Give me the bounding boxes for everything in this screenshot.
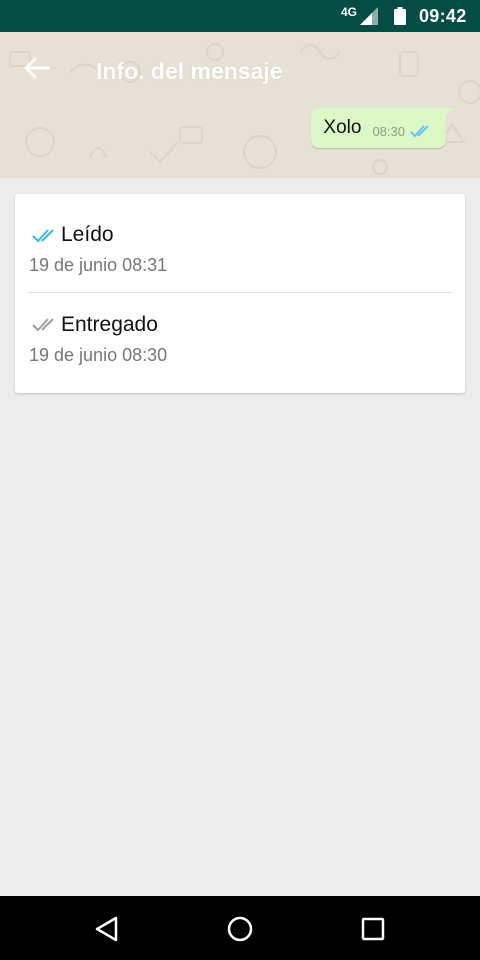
network-type: 4G (341, 5, 358, 19)
chat-wallpaper (0, 32, 480, 178)
system-nav-bar (0, 896, 480, 960)
double-check-read-icon (32, 229, 54, 243)
receipt-label: Entregado (61, 313, 158, 336)
receipt-row-delivered: Entregado 19 de junio 08:30 (15, 294, 465, 384)
nav-recents-icon[interactable] (356, 912, 390, 946)
message-info-header: Info. del mensaje Xolo 08:30 (0, 32, 480, 178)
signal-icon (360, 7, 378, 25)
battery-icon (394, 7, 406, 25)
status-clock: 09:42 (419, 6, 467, 26)
receipt-time: 19 de junio 08:30 (29, 345, 168, 365)
message-bubble[interactable]: Xolo 08:30 (311, 108, 453, 148)
divider (28, 292, 452, 293)
double-check-icon (410, 124, 429, 137)
status-bar: 4G 09:42 (0, 0, 480, 32)
receipt-row-read: Leído 19 de junio 08:31 (15, 194, 465, 284)
back-arrow-icon[interactable] (22, 56, 54, 80)
receipt-time: 19 de junio 08:31 (29, 255, 168, 275)
receipt-card: Leído 19 de junio 08:31 Entregado 19 de … (15, 194, 465, 393)
message-time: 08:30 (372, 123, 405, 139)
nav-home-icon[interactable] (223, 912, 257, 946)
message-text: Xolo (323, 117, 362, 138)
page-title: Info. del mensaje (96, 58, 283, 84)
double-check-delivered-icon (32, 318, 54, 332)
nav-back-icon[interactable] (90, 912, 124, 946)
receipt-label: Leído (61, 223, 114, 246)
